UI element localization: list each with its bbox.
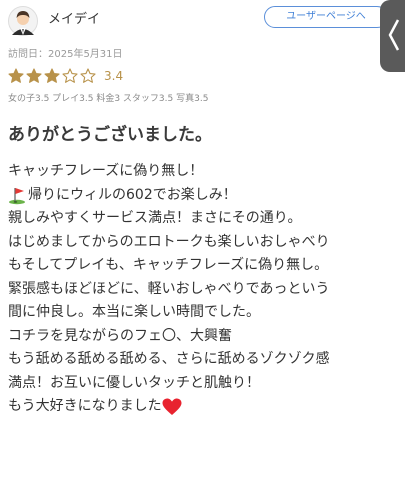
review-title: ありがとうございました。 — [8, 125, 212, 145]
review-line: もそしてプレイも、キャッチフレーズに偽り無し。 — [8, 257, 329, 273]
chevron-left-icon — [388, 19, 400, 51]
review-line: コチラを見ながらのフェ〇、大興奮 — [8, 327, 232, 344]
reviewer-name[interactable]: メイデイ — [48, 8, 100, 27]
review-line: 帰りにウィルの602でお楽しみ！ — [8, 184, 400, 208]
golf-flag-icon — [9, 188, 25, 205]
review-line: キャッチフレーズに偽り無し！ — [8, 163, 204, 179]
review-line: 親しみやすくサービス満点！まさにその通り。 — [8, 210, 302, 226]
star-filled-icon — [26, 68, 42, 83]
review-line: もう大好きになりました — [8, 395, 400, 419]
sub-ratings: 女の子3.5 プレイ3.5 料金3 スタッフ3.5 写真3.5 — [8, 94, 209, 104]
star-filled-icon — [8, 68, 24, 83]
side-panel-toggle[interactable] — [380, 0, 405, 72]
star-empty-icon — [80, 68, 96, 83]
review-line: はじめましてからのエロトークも楽しいおしゃべり — [8, 233, 330, 250]
red-heart-icon — [162, 398, 182, 415]
star-empty-icon — [62, 68, 78, 83]
star-filled-icon — [44, 68, 60, 83]
review-body: キャッチフレーズに偽り無し！ 帰りにウィルの602でお楽しみ！ 親しみやすくサー… — [8, 160, 400, 419]
visit-date: 訪問日：2025年5月31日 — [8, 49, 123, 60]
review-line: 緊張感もほどほどに、軽いおしゃべりであっという — [8, 280, 330, 297]
review-line: もう舐める舐める舐める、さらに舐めるゾクゾク感 — [8, 351, 330, 367]
reviewer-avatar[interactable] — [8, 6, 38, 36]
user-avatar-icon — [8, 6, 38, 36]
review-line: 間に仲良し。本当に楽しい時間でした。 — [8, 304, 260, 320]
rating-value: 3.4 — [104, 69, 124, 83]
user-page-button[interactable]: ユーザーページへ — [264, 6, 388, 28]
star-rating: 3.4 — [8, 68, 123, 84]
review-line: 満点！お互いに優しいタッチと肌触り！ — [8, 374, 260, 391]
